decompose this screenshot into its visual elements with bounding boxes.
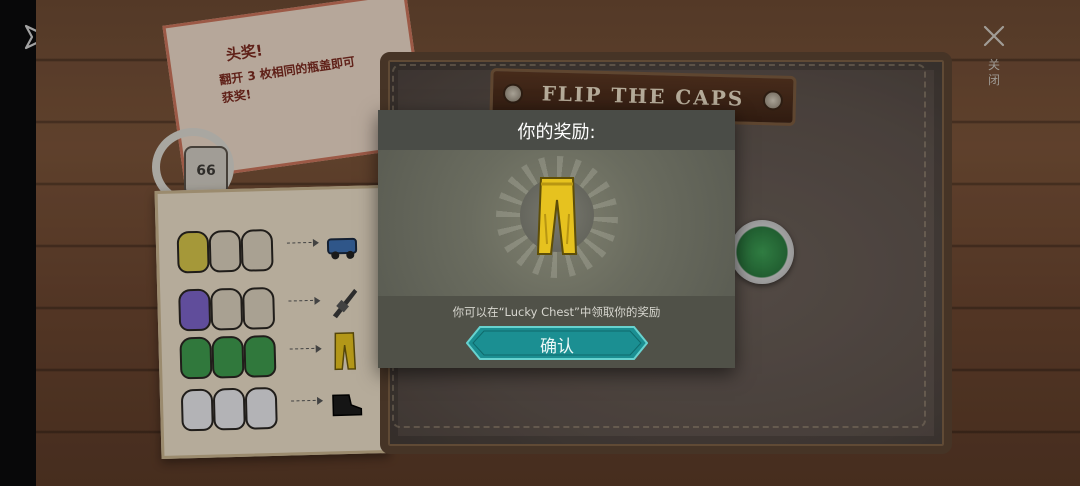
game-screen: 头奖! 翻开 3 枚相同的瓶盖即可 获奖! 66 FLIP THE CAPS 关…	[0, 0, 1080, 486]
dialog-footer: 你可以在“Lucky Chest”中领取你的奖励 确认	[378, 296, 735, 368]
dialog-header: 你的奖励:	[378, 110, 735, 150]
reward-hint-text: 你可以在“Lucky Chest”中领取你的奖励	[452, 305, 661, 319]
confirm-button[interactable]: 确认	[466, 326, 648, 360]
dialog-title: 你的奖励:	[517, 122, 596, 143]
reward-display	[378, 150, 735, 296]
reward-dialog: 你的奖励: 你可以在“Lucky Chest”中领取你的奖励 确认	[378, 110, 735, 368]
confirm-button-label: 确认	[540, 337, 574, 357]
yellow-pants-icon	[536, 177, 578, 255]
